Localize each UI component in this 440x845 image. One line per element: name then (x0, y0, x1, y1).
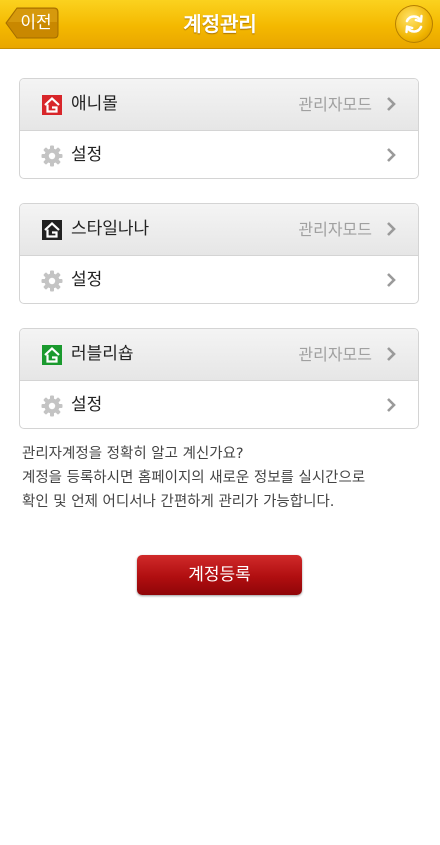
account-card-animall: 애니몰 관리자모드 설정 (19, 78, 419, 179)
account-row-lovelyshop[interactable]: 러블리숍 관리자모드 (20, 329, 418, 381)
account-row-stylenanda[interactable]: 스타일나나 관리자모드 (20, 204, 418, 256)
settings-row-animall[interactable]: 설정 (20, 131, 418, 178)
account-name: 스타일나나 (71, 219, 150, 239)
chevron-right-icon (387, 273, 396, 287)
info-line: 관리자계정을 정확히 알고 계신가요? (22, 446, 244, 462)
register-account-button[interactable]: 계정등록 (137, 555, 302, 595)
settings-label: 설정 (71, 395, 103, 415)
settings-row-lovelyshop[interactable]: 설정 (20, 381, 418, 428)
admin-mode-label: 관리자모드 (298, 345, 372, 364)
admin-mode-label: 관리자모드 (298, 220, 372, 239)
account-name: 애니몰 (71, 94, 118, 114)
home-shop-icon (42, 345, 62, 365)
settings-row-stylenanda[interactable]: 설정 (20, 256, 418, 303)
account-row-animall[interactable]: 애니몰 관리자모드 (20, 79, 418, 131)
refresh-icon (405, 14, 423, 34)
gear-icon (41, 395, 63, 417)
gear-icon (41, 145, 63, 167)
info-text: 관리자계정을 정확히 알고 계신가요? 계정을 등록하시면 홈페이지의 새로운 … (22, 442, 422, 514)
chevron-right-icon (387, 148, 396, 162)
account-name: 러블리숍 (71, 344, 134, 364)
chevron-right-icon (387, 347, 396, 361)
admin-mode-label: 관리자모드 (298, 95, 372, 114)
info-line: 계정을 등록하시면 홈페이지의 새로운 정보를 실시간으로 (22, 470, 366, 486)
app-header: 이전 계정관리 (0, 0, 440, 49)
info-line: 확인 및 언제 어디서나 간편하게 관리가 가능합니다. (22, 494, 335, 510)
account-card-lovelyshop: 러블리숍 관리자모드 설정 (19, 328, 419, 429)
account-card-stylenanda: 스타일나나 관리자모드 설정 (19, 203, 419, 304)
chevron-right-icon (387, 398, 396, 412)
settings-label: 설정 (71, 145, 103, 165)
settings-label: 설정 (71, 270, 103, 290)
home-shop-icon (42, 95, 62, 115)
refresh-button[interactable] (395, 5, 433, 43)
page-title: 계정관리 (183, 12, 257, 36)
chevron-right-icon (387, 97, 396, 111)
gear-icon (41, 270, 63, 292)
home-shop-icon (42, 220, 62, 240)
chevron-right-icon (387, 222, 396, 236)
